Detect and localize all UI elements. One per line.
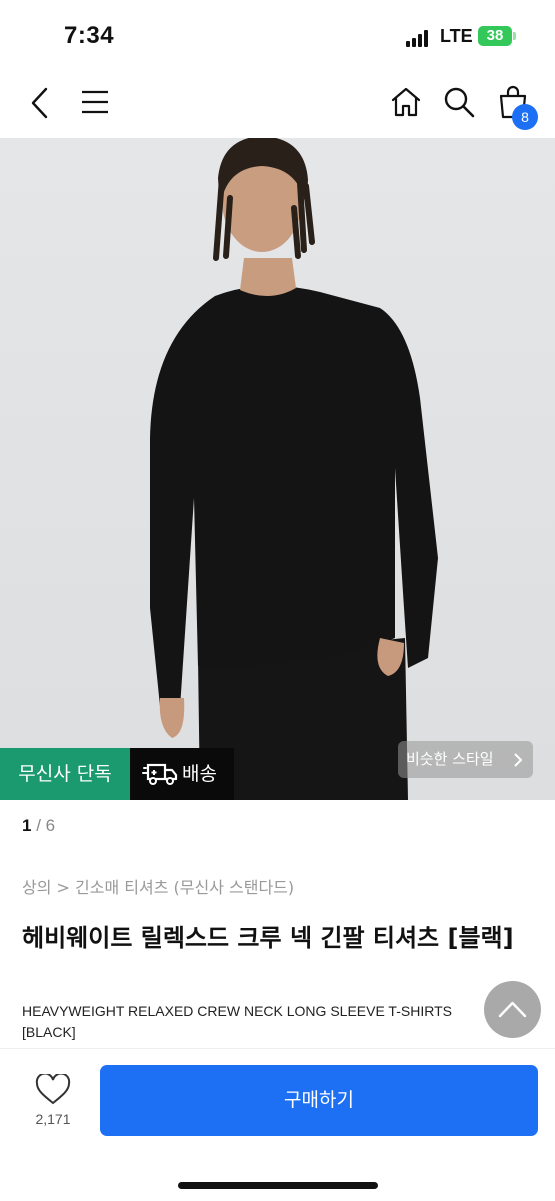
breadcrumb[interactable]: 상의 > 긴소매 티셔츠 (무신사 스탠다드) (22, 874, 294, 898)
product-image[interactable] (0, 138, 555, 800)
back-arrow-icon[interactable] (28, 86, 52, 120)
delivery-label: 배송 (182, 763, 217, 785)
home-indicator (178, 1182, 378, 1189)
status-bar: 7:34 LTE 38 (0, 0, 555, 70)
menu-icon[interactable] (80, 89, 110, 115)
similar-style-button[interactable]: 비슷한 스타일 (398, 741, 533, 778)
exclusive-badge: 무신사 단독 (0, 748, 130, 800)
signal-icon (406, 29, 432, 47)
current-page: 1 (22, 816, 32, 835)
cart-count-badge: 8 (512, 104, 538, 130)
search-icon[interactable] (442, 85, 476, 119)
delivery-badge: 배송 (130, 748, 234, 800)
heart-icon (35, 1072, 71, 1105)
home-icon[interactable] (389, 85, 423, 119)
chevron-up-icon (498, 1001, 527, 1018)
total-pages: / 6 (36, 816, 56, 835)
battery-tip (513, 32, 516, 40)
network-type: LTE (440, 26, 473, 46)
like-count: 2,171 (35, 1111, 71, 1127)
similar-style-label: 비슷한 스타일 (406, 750, 494, 768)
top-nav-bar (0, 70, 555, 138)
battery-icon: 38 (478, 26, 512, 46)
status-time: 7:34 (64, 22, 115, 49)
image-pager: 1 / 6 (22, 816, 55, 836)
product-title-english: HEAVYWEIGHT RELAXED CREW NECK LONG SLEEV… (22, 1003, 452, 1040)
scroll-to-top-button[interactable] (484, 981, 541, 1038)
buy-button[interactable]: 구매하기 (100, 1065, 538, 1136)
product-title-korean: 헤비웨이트 릴렉스드 크루 넥 긴팔 티셔츠 [블랙] (22, 924, 514, 952)
model-photo (0, 138, 555, 800)
truck-icon (142, 763, 178, 785)
chevron-right-icon (514, 753, 523, 767)
